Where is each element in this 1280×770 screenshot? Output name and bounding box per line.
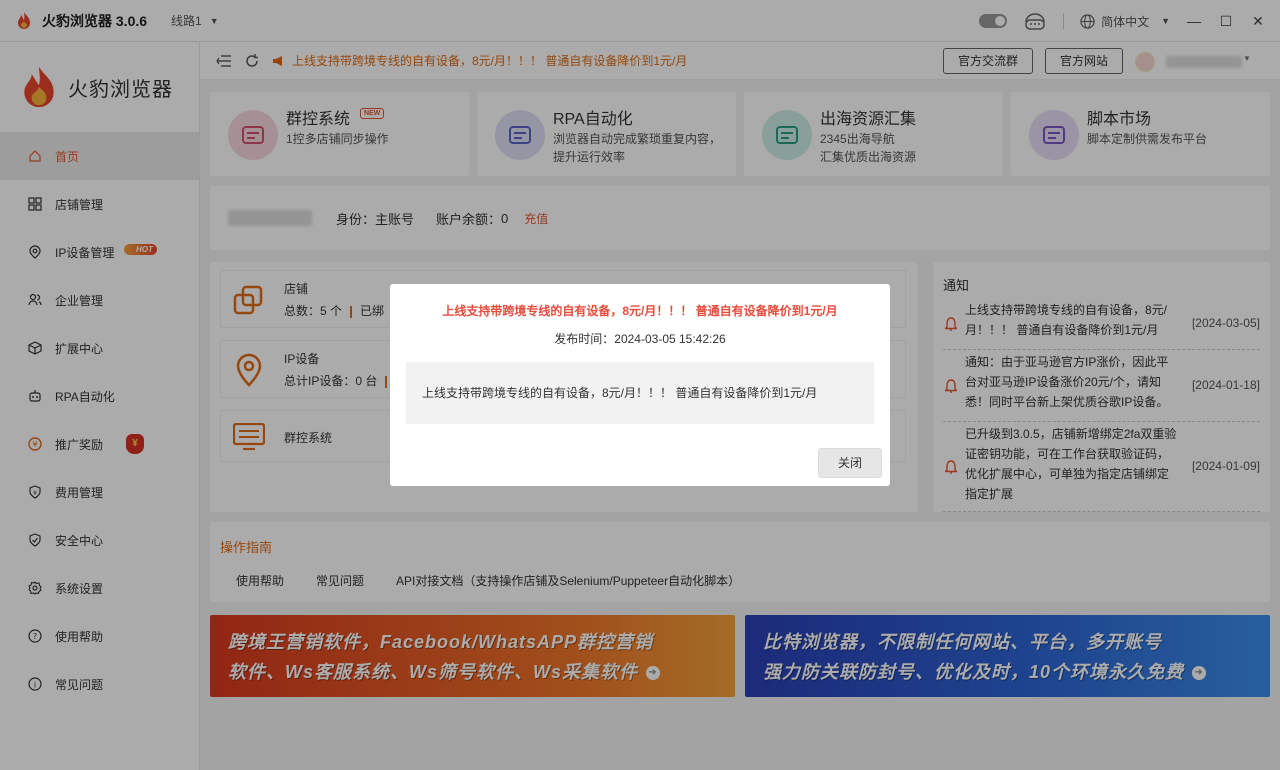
announcement-dialog: 上线支持带跨境专线的自有设备，8元/月！！！ 普通自有设备降价到1元/月 发布时… [390,284,890,486]
dialog-close-button[interactable]: 关闭 [818,448,882,478]
dialog-title: 上线支持带跨境专线的自有设备，8元/月！！！ 普通自有设备降价到1元/月 [442,304,838,318]
dialog-body: 上线支持带跨境专线的自有设备，8元/月！！！ 普通自有设备降价到1元/月 [406,362,874,424]
dialog-publish-time: 发布时间：2024-03-05 15:42:26 [554,332,726,346]
